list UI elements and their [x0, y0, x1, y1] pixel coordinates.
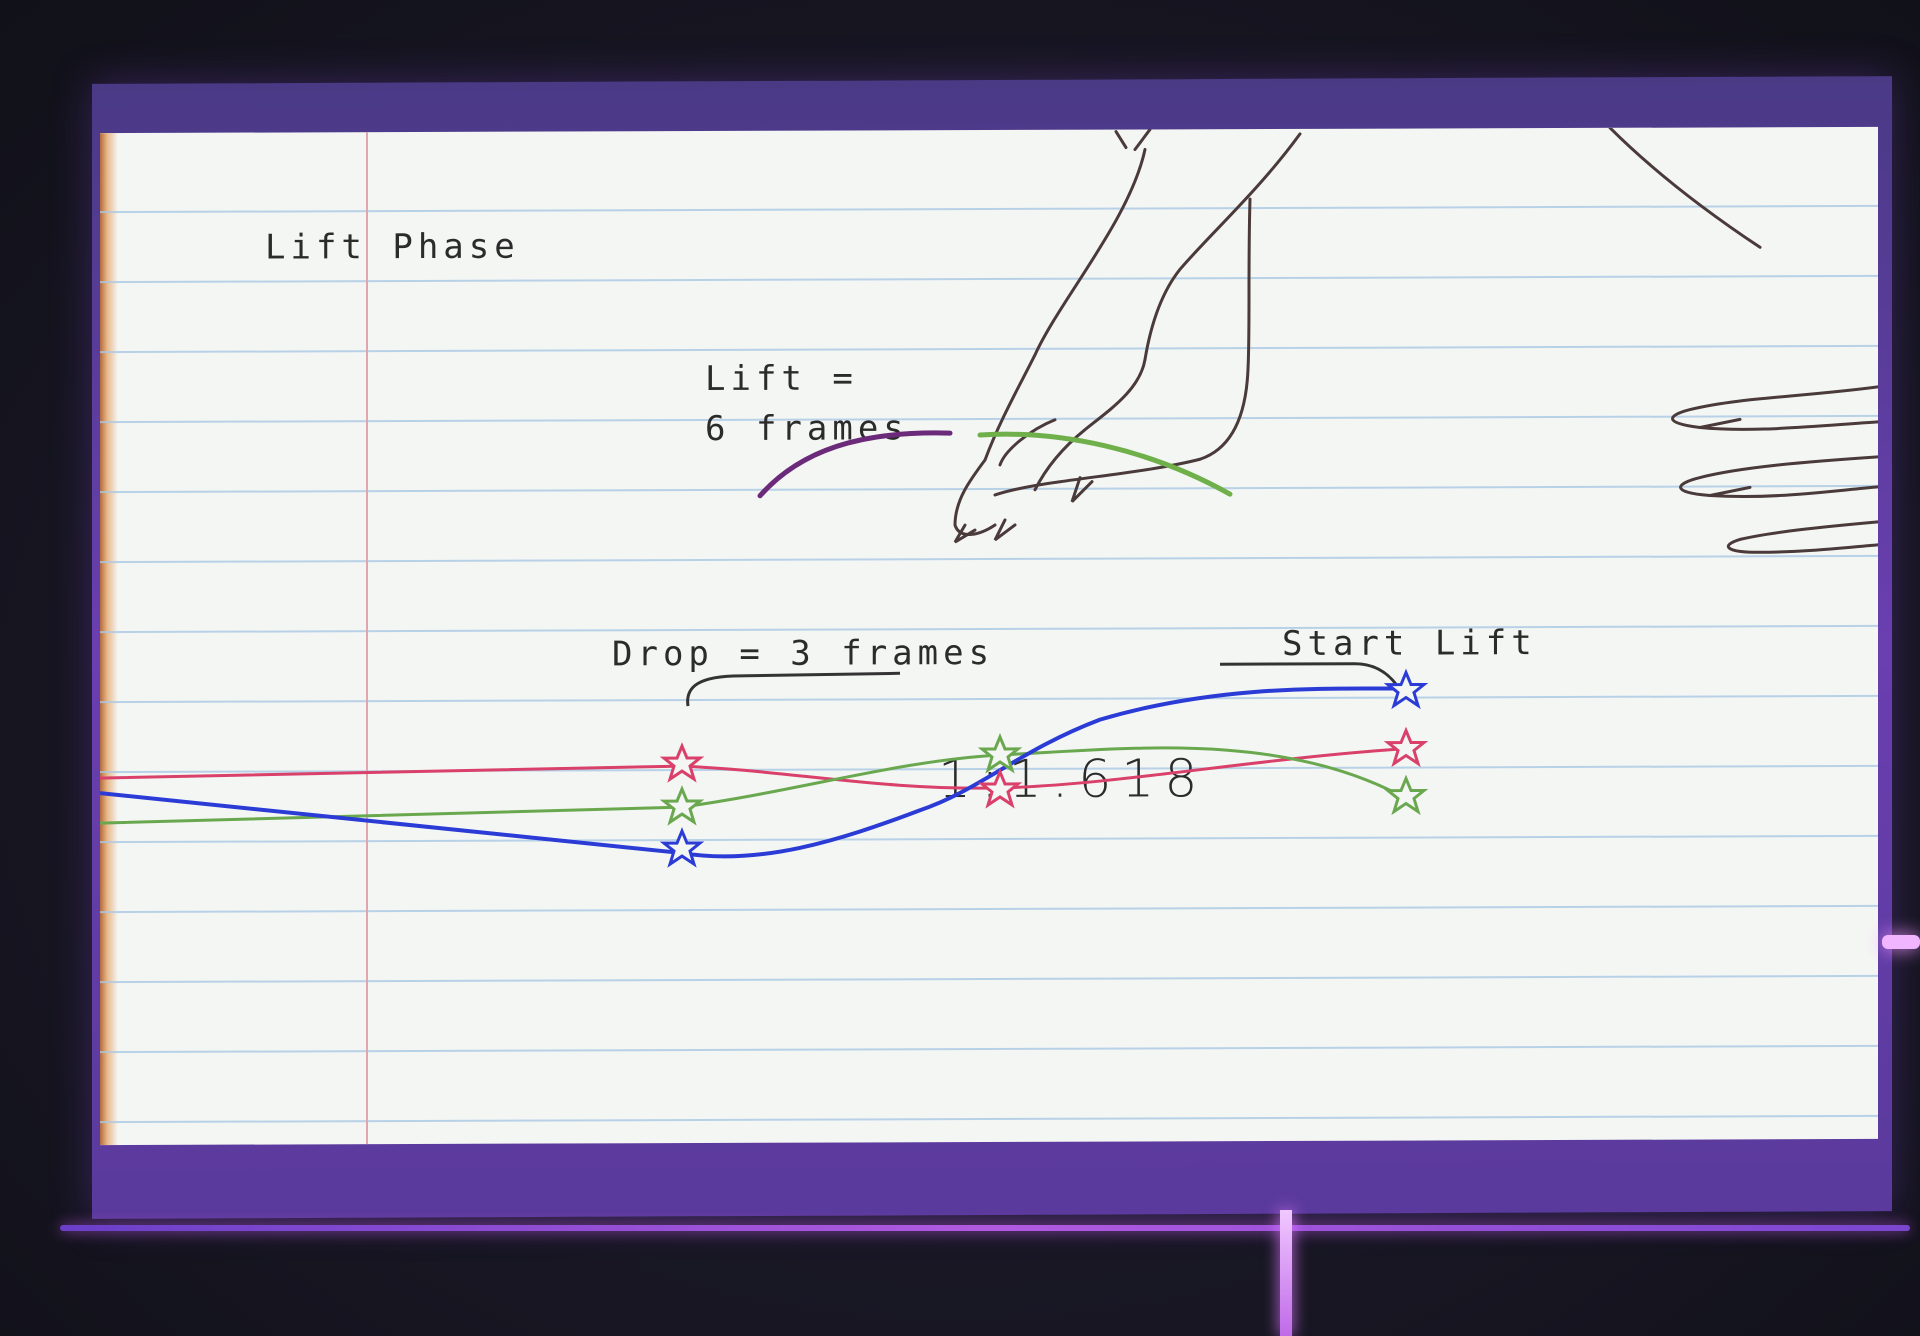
star-keyframe-icon[interactable]: [1386, 728, 1426, 766]
stage-light-strip: [60, 1225, 1910, 1231]
star-keyframe-icon[interactable]: [1386, 776, 1426, 814]
star-keyframe-icon[interactable]: [1386, 670, 1426, 708]
side-stage-light: [1882, 935, 1920, 949]
star-keyframe-icon[interactable]: [980, 770, 1020, 807]
keyframe-stars: [662, 670, 1426, 866]
stage-light-post: [1280, 1210, 1292, 1336]
star-keyframe-icon[interactable]: [662, 829, 702, 866]
star-keyframe-icon[interactable]: [662, 744, 702, 781]
star-keyframe-icon[interactable]: [662, 787, 702, 824]
star-keyframe-icon[interactable]: [980, 735, 1020, 772]
notebook-paper-slide: Lift Phase Lift = 6 frames Drop = 3 fram…: [100, 126, 1878, 1146]
